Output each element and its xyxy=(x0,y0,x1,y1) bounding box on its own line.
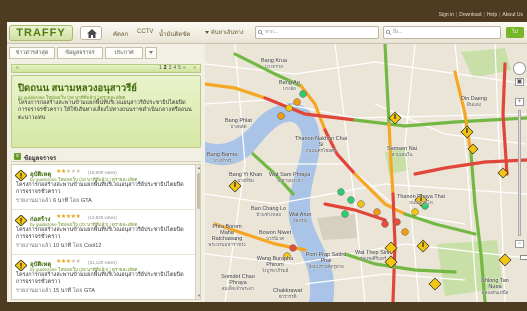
scroll-down-icon[interactable]: ▼ xyxy=(196,293,200,299)
pager-prev[interactable]: « xyxy=(16,65,19,72)
map-label: Bang Krua บางกรวย xyxy=(261,58,287,69)
map-label: Bang Bamru บางบำหรุ xyxy=(207,152,238,163)
map-label: Wang Burapha Phirom วังบูรพาภิรมย์ xyxy=(256,256,294,273)
nav-link-congestion[interactable]: น้ำมันติดขัด xyxy=(159,29,190,39)
list-item[interactable]: อุบัติเหตุ ★★★★★ (18,000 votes) by guide… xyxy=(12,165,195,210)
scrollbar-thumb[interactable] xyxy=(197,173,200,209)
tab-announcements[interactable]: ประกาศ xyxy=(105,47,143,59)
traffic-map[interactable]: Bang Krua บางกรวย Bang Ao บางอ้อ Bang Phla… xyxy=(205,44,527,302)
about-us-link[interactable]: About Us xyxy=(500,12,525,18)
page-next[interactable]: » xyxy=(183,65,186,71)
scroll-up-icon[interactable]: ▲ xyxy=(196,165,200,171)
nav-bar: TRAFFY คัดลก CCTV น้ำมันติดขัด ค้นหาเส้น… xyxy=(7,22,527,44)
item-votes: (18,000 votes) xyxy=(88,170,117,175)
map-label: Somdet Chao Phraya สมเด็จเจ้าพระยา xyxy=(221,274,255,291)
traffy-logo[interactable]: TRAFFY xyxy=(9,25,73,41)
warning-sign-icon xyxy=(15,260,27,271)
map-label: Wat Arun วัดอรุณ xyxy=(289,212,312,223)
page-2[interactable]: 2 xyxy=(164,65,167,71)
chevron-down-icon xyxy=(205,31,209,34)
search-icon xyxy=(258,30,263,35)
help-link[interactable]: Help xyxy=(485,12,499,18)
sign-in-link[interactable]: Sign in xyxy=(437,12,456,18)
left-panel: ข่าวสารล่าสุด ข้อมูลจราจร ประกาศ « 12345… xyxy=(7,44,205,302)
map-label: Din Daeng ดินแดง xyxy=(461,96,487,107)
pager-next[interactable]: » xyxy=(193,65,196,72)
go-button[interactable]: ไป xyxy=(506,27,524,38)
home-button[interactable] xyxy=(80,26,102,40)
search-to-input[interactable]: ถึง... xyxy=(383,26,501,39)
map-label: Samsen Nai สามเสนใน xyxy=(387,146,417,157)
download-link[interactable]: Download xyxy=(457,12,483,18)
warning-sign-icon xyxy=(15,215,27,226)
nav-link-cctv[interactable]: CCTV xyxy=(137,29,153,35)
pager-pages: 1 2 3 4 5» xyxy=(158,65,187,72)
zoom-in-icon[interactable]: + xyxy=(515,98,524,106)
map-label: Khlong Tan Nuea คลองตันเหนือ xyxy=(481,278,509,295)
map-label: Wat Thep Sirin วัดเทพศิรินทร์ xyxy=(355,250,392,261)
rating-stars: ★★★★★ xyxy=(56,259,81,265)
map-label: Thanon Phaya Thai ถนนพญาไท xyxy=(397,194,445,205)
list-icon: ≡ xyxy=(14,153,21,160)
pan-control-icon[interactable] xyxy=(513,62,526,75)
item-votes: (12,620 votes) xyxy=(88,215,117,220)
tab-bar: ข่าวสารล่าสุด ข้อมูลจราจร ประกาศ xyxy=(7,47,205,60)
warning-sign-icon xyxy=(15,170,27,181)
top-bar: Sign in | Download | Help | About Us xyxy=(0,0,527,22)
chevron-down-icon xyxy=(149,51,153,54)
traffic-report-list: อุบัติเหตุ ★★★★★ (18,000 votes) by guide… xyxy=(11,164,201,300)
tab-more-dropdown[interactable] xyxy=(145,47,157,59)
zoom-out-icon[interactable]: − xyxy=(515,240,524,248)
map-label: Ban Chang Lo บ้านช่างหล่อ xyxy=(251,206,287,217)
item-report-info: รายงานมาแล้ว 10 นาที โดย Cool12 xyxy=(16,243,102,249)
map-label: Bowon Niwet บวรนิเวศ xyxy=(259,230,292,241)
section-title: ข้อมูลจราจร xyxy=(24,156,57,162)
top-links: Sign in | Download | Help | About Us xyxy=(437,12,525,18)
tab-traffic-info[interactable]: ข้อมูลจราจร xyxy=(57,47,103,59)
nav-link-camera[interactable]: คัดลก xyxy=(113,29,128,39)
page-4[interactable]: 4 xyxy=(173,65,176,71)
rating-stars: ★★★★★ xyxy=(56,169,81,175)
map-label: Bang Ao บางอ้อ xyxy=(279,80,300,91)
layers-icon[interactable]: ▣ xyxy=(515,78,524,86)
item-report-info: รายงานมาแล้ว 6 นาที โดย GTA xyxy=(16,198,92,204)
map-label: Bang Phlat บางพลัด xyxy=(225,118,252,129)
list-item[interactable]: ก่อสร้าง ★★★★★ (12,620 votes) by guidezo… xyxy=(12,210,195,255)
map-label: Chakkrawat จักรวรรดิ xyxy=(273,288,303,299)
featured-news[interactable]: ปิดถนน สนามหลวงอนุสาวรีย์ by guidezone ใ… xyxy=(11,75,201,148)
zoom-slider-knob[interactable] xyxy=(520,255,527,260)
app-window: TRAFFY คัดลก CCTV น้ำมันติดขัด ค้นหาเส้น… xyxy=(7,22,527,302)
item-description: โครงการก่อสร้างสะพานข้ามแยกพื้นที่บริเวณ… xyxy=(16,182,184,195)
map-label: Wat Sam Phraya วัดสามพระยา xyxy=(269,172,311,183)
map-label: Thanon Nakhon Chai Si ถนนนครไชยศรี xyxy=(295,136,347,153)
page-1[interactable]: 1 xyxy=(159,65,162,71)
item-votes: (31,120 votes) xyxy=(88,260,117,265)
page-3[interactable]: 3 xyxy=(169,65,172,71)
item-description: โครงการก่อสร้างสะพานข้ามแยกพื้นที่บริเวณ… xyxy=(16,272,184,285)
list-item[interactable]: อุบัติเหตุ ★★★★★ (31,120 votes) by guide… xyxy=(12,255,195,299)
list-scrollbar[interactable]: ▲ ▼ xyxy=(195,165,200,299)
home-icon xyxy=(87,29,97,38)
footer-strip xyxy=(0,302,527,311)
search-icon xyxy=(386,30,391,35)
pager: « 1 2 3 4 5» » xyxy=(11,64,201,73)
traffic-info-header: ≡ ข้อมูลจราจร xyxy=(11,152,201,162)
search-from-input[interactable]: จาก... xyxy=(255,26,379,39)
zoom-slider[interactable] xyxy=(518,110,527,260)
featured-description: โครงการก่อสร้างสะพานข้ามแยกพื้นที่บริเวณ… xyxy=(18,100,192,121)
rating-stars: ★★★★★ xyxy=(56,214,81,220)
map-label: Bang Yi Khan บางยี่ขัน xyxy=(229,172,263,183)
item-report-info: รายงานมาแล้ว 15 นาที โดย GTA xyxy=(16,288,95,294)
map-label: Pom Prap Sattru Phai ป้อมปราบศัตรูพ่าย xyxy=(305,252,347,269)
page-5[interactable]: 5 xyxy=(178,65,181,71)
map-label: Phra Borom Maha Ratchawang พระบรมมหาราชวั… xyxy=(208,224,246,247)
item-description: โครงการก่อสร้างสะพานข้ามแยกพื้นที่บริเวณ… xyxy=(16,227,184,240)
tab-latest-news[interactable]: ข่าวสารล่าสุด xyxy=(9,47,55,59)
route-search-dropdown[interactable]: ค้นหาเส้นทาง xyxy=(205,27,255,39)
